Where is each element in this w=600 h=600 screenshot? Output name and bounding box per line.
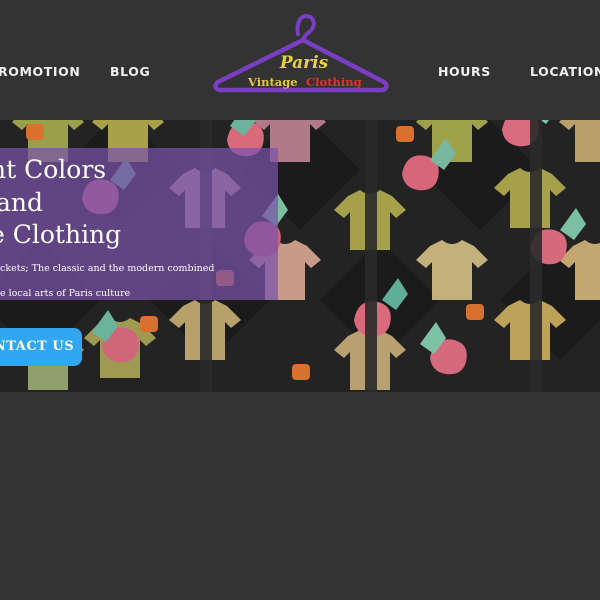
- hero-headline-line-1: nt Colors: [0, 155, 107, 184]
- hanger-hook-icon: [295, 13, 316, 42]
- nav-link-promotion[interactable]: ROMOTION: [0, 64, 80, 79]
- nav-link-hours[interactable]: HOURS: [438, 64, 491, 79]
- page-content-area: [0, 392, 600, 600]
- hero-headline-line-3: e Clothing: [0, 220, 122, 249]
- hero-tagline-1: ckets; The classic and the modern combin…: [0, 263, 215, 274]
- hero-headline-line-2: and: [0, 188, 44, 217]
- logo-word-clothing: Clothing: [306, 75, 362, 89]
- site-logo[interactable]: Paris Vintage Clothing: [212, 10, 390, 98]
- logo-word-vintage: Vintage: [247, 75, 298, 89]
- hero-tagline-2: e local arts of Paris culture: [0, 288, 131, 299]
- contact-us-button[interactable]: NTACT US: [0, 328, 82, 366]
- logo-word-paris: Paris: [279, 53, 329, 73]
- nav-link-blog[interactable]: BLOG: [110, 64, 150, 79]
- top-navigation-bar: ROMOTION BLOG Paris Vintage Clothing HOU…: [0, 0, 600, 120]
- nav-link-location[interactable]: LOCATION: [530, 64, 600, 79]
